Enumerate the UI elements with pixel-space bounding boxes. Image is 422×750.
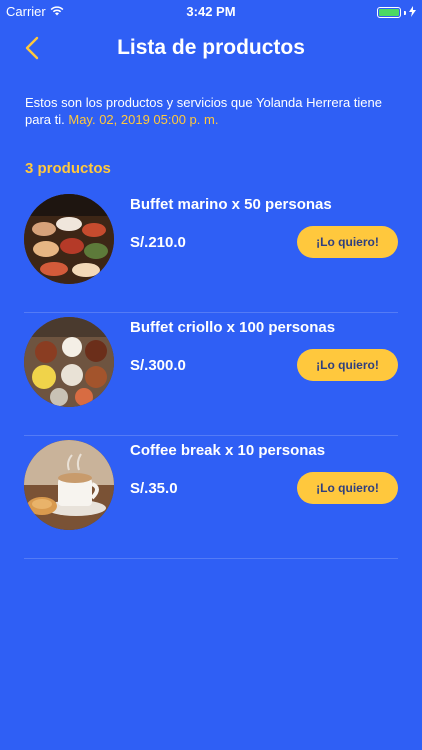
want-button[interactable]: ¡Lo quiero! <box>297 472 398 504</box>
list-item: Buffet marino x 50 personas S/.210.0 ¡Lo… <box>24 190 398 313</box>
product-name: Buffet criollo x 100 personas <box>130 319 336 336</box>
page-title: Lista de productos <box>117 36 305 59</box>
want-button[interactable]: ¡Lo quiero! <box>297 226 398 258</box>
event-date: May. 02, 2019 05:00 p. m. <box>68 112 219 127</box>
product-price: S/.35.0 <box>130 480 178 497</box>
product-image-seafood <box>24 194 114 284</box>
battery-level <box>379 9 399 16</box>
status-bar: Carrier 3:42 PM <box>0 0 422 22</box>
product-image-creole <box>24 317 114 407</box>
product-name: Buffet marino x 50 personas <box>130 196 332 213</box>
product-name: Coffee break x 10 personas <box>130 442 326 459</box>
product-price: S/.300.0 <box>130 357 186 374</box>
nav-bar: Lista de productos <box>0 22 422 78</box>
battery-cap <box>404 10 406 15</box>
list-item: Coffee break x 10 personas S/.35.0 ¡Lo q… <box>24 436 398 559</box>
charging-icon <box>409 5 416 20</box>
product-price: S/.210.0 <box>130 234 186 251</box>
product-image-coffee <box>24 440 114 530</box>
intro-text: Estos son los productos y servicios que … <box>25 94 397 128</box>
want-button[interactable]: ¡Lo quiero! <box>297 349 398 381</box>
status-right <box>377 5 416 20</box>
battery-icon <box>377 7 401 18</box>
status-time: 3:42 PM <box>186 4 236 19</box>
product-count: 3 productos <box>25 160 111 177</box>
product-list: Buffet marino x 50 personas S/.210.0 ¡Lo… <box>0 190 422 559</box>
list-item: Buffet criollo x 100 personas S/.300.0 ¡… <box>24 313 398 436</box>
screen: Carrier 3:42 PM Lista de productos Estos… <box>0 0 422 750</box>
